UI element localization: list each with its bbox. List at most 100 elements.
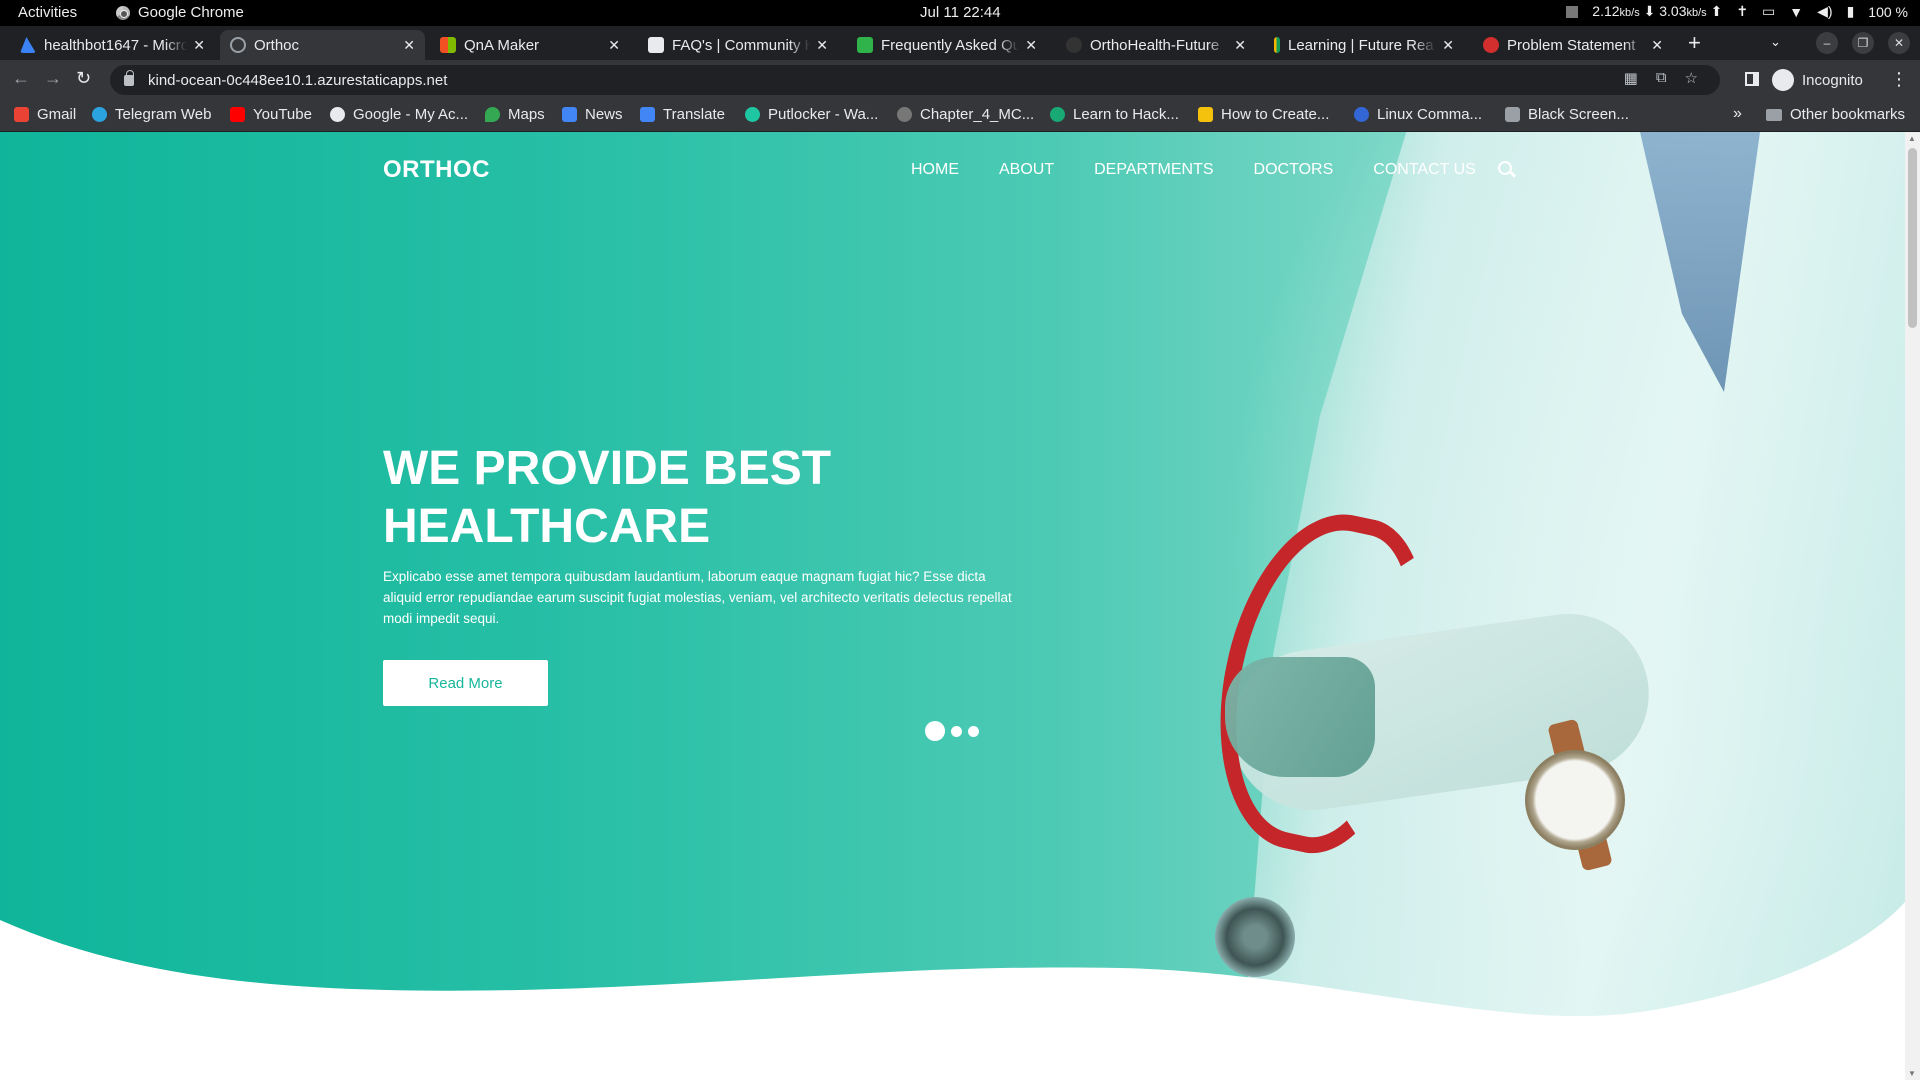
news-icon bbox=[562, 107, 577, 122]
activities-button[interactable]: Activities bbox=[18, 4, 77, 21]
page-scrollbar[interactable]: ▲ ▼ bbox=[1905, 132, 1920, 1080]
nav-home[interactable]: HOME bbox=[911, 161, 959, 179]
omnibox-actions: ▦ ⧉ ☆ bbox=[1624, 69, 1698, 87]
bookmarks-bar: Gmail Telegram Web YouTube Google - My A… bbox=[0, 100, 1920, 132]
system-tray[interactable]: 2.12kb/s ⬇ 3.03kb/s ⬆ ✝ ▭ ▼ ◀) ▮ 100 % bbox=[1566, 3, 1908, 20]
tab-qna-maker[interactable]: QnA Maker ✕ bbox=[430, 30, 630, 60]
os-top-bar: Activities Google Chrome Jul 11 22:44 2.… bbox=[0, 0, 1920, 26]
new-tab-plus-icon[interactable]: + bbox=[1688, 30, 1701, 56]
bookmark-star-icon[interactable]: ☆ bbox=[1685, 69, 1698, 87]
profile-button[interactable]: Incognito bbox=[1772, 65, 1863, 95]
scroll-up-arrow-icon[interactable]: ▲ bbox=[1908, 134, 1916, 143]
scroll-down-arrow-icon[interactable]: ▼ bbox=[1908, 1069, 1916, 1078]
tab-orthoc[interactable]: Orthoc ✕ bbox=[220, 30, 425, 60]
tab-orthohealth[interactable]: OrthoHealth-Future ✕ bbox=[1056, 30, 1256, 60]
close-tab-icon[interactable]: ✕ bbox=[816, 37, 828, 54]
close-tab-icon[interactable]: ✕ bbox=[1651, 37, 1663, 54]
bookmark-maps[interactable]: Maps bbox=[485, 106, 545, 123]
scrollbar-thumb[interactable] bbox=[1908, 148, 1917, 328]
workspace-icon bbox=[1566, 5, 1579, 18]
close-tab-icon[interactable]: ✕ bbox=[193, 37, 205, 54]
tab-title: Problem Statement bbox=[1507, 36, 1636, 54]
bookmark-label: How to Create... bbox=[1221, 106, 1330, 123]
nav-contact-us[interactable]: CONTACT US bbox=[1373, 161, 1476, 179]
clock[interactable]: Jul 11 22:44 bbox=[920, 4, 1001, 21]
net-up-unit: kb/s bbox=[1686, 7, 1707, 19]
linux-icon bbox=[1354, 107, 1369, 122]
tab-healthbot[interactable]: healthbot1647 - Micros ✕ bbox=[10, 30, 215, 60]
nav-departments[interactable]: DEPARTMENTS bbox=[1094, 161, 1213, 179]
volume-icon[interactable]: ◀) bbox=[1817, 3, 1832, 20]
window-controls: – ❐ ✕ bbox=[1816, 32, 1910, 54]
screen-cast-icon[interactable]: ▭ bbox=[1762, 3, 1775, 20]
nav-doctors[interactable]: DOCTORS bbox=[1254, 161, 1334, 179]
close-window-icon[interactable]: ✕ bbox=[1888, 32, 1910, 54]
read-more-button[interactable]: Read More bbox=[383, 660, 548, 706]
carousel-dot-3[interactable] bbox=[968, 725, 979, 737]
bookmark-label: Maps bbox=[508, 106, 545, 123]
lock-icon[interactable] bbox=[124, 69, 134, 86]
nav-about[interactable]: ABOUT bbox=[999, 161, 1054, 179]
app-menu[interactable]: Google Chrome bbox=[116, 4, 244, 21]
tab-frequently-asked[interactable]: Frequently Asked Qu ✕ bbox=[847, 30, 1047, 60]
bookmark-chapter-4[interactable]: Chapter_4_MC... bbox=[897, 106, 1034, 123]
close-tab-icon[interactable]: ✕ bbox=[403, 37, 415, 54]
stethoscope-icon bbox=[230, 37, 246, 53]
menu-kebab-icon[interactable]: ⋮ bbox=[1890, 69, 1908, 90]
bookmark-telegram[interactable]: Telegram Web bbox=[92, 106, 211, 123]
tab-strip: healthbot1647 - Micros ✕ Orthoc ✕ QnA Ma… bbox=[0, 26, 1920, 60]
carousel-indicators bbox=[925, 721, 979, 741]
back-arrow-icon[interactable]: ← bbox=[12, 68, 30, 89]
close-tab-icon[interactable]: ✕ bbox=[1442, 37, 1454, 54]
carousel-dot-2[interactable] bbox=[951, 725, 962, 737]
tab-title: Frequently Asked Qu bbox=[881, 36, 1020, 54]
minimize-icon[interactable]: – bbox=[1816, 32, 1838, 54]
accessibility-icon[interactable]: ✝ bbox=[1736, 3, 1748, 20]
tab-faq-community[interactable]: FAQ's | Community H ✕ bbox=[638, 30, 838, 60]
translate-icon[interactable]: ⧉ bbox=[1656, 69, 1667, 87]
bookmark-google-account[interactable]: Google - My Ac... bbox=[330, 106, 468, 123]
tools-icon bbox=[1505, 107, 1520, 122]
address-bar[interactable]: kind-ocean-0c448ee10.1.azurestaticapps.n… bbox=[110, 65, 1720, 95]
tab-title: healthbot1647 - Micros bbox=[44, 36, 188, 54]
bookmark-black-screen[interactable]: Black Screen... bbox=[1505, 106, 1629, 123]
other-bookmarks[interactable]: Other bookmarks bbox=[1766, 106, 1905, 123]
bookmark-linux-commands[interactable]: Linux Comma... bbox=[1354, 106, 1482, 123]
battery-icon[interactable]: ▮ bbox=[1847, 3, 1855, 20]
wifi-icon[interactable]: ▼ bbox=[1789, 4, 1803, 20]
bookmark-gmail[interactable]: Gmail bbox=[14, 106, 76, 123]
url-text[interactable]: kind-ocean-0c448ee10.1.azurestaticapps.n… bbox=[148, 72, 447, 89]
youtube-icon bbox=[230, 107, 245, 122]
tab-title: Learning | Future Rea bbox=[1288, 36, 1434, 54]
bookmark-label: Putlocker - Wa... bbox=[768, 106, 879, 123]
bookmark-label: Linux Comma... bbox=[1377, 106, 1483, 123]
bookmark-putlocker[interactable]: Putlocker - Wa... bbox=[745, 106, 878, 123]
close-tab-icon[interactable]: ✕ bbox=[1234, 37, 1246, 54]
tab-learning[interactable]: Learning | Future Rea ✕ bbox=[1264, 30, 1464, 60]
close-tab-icon[interactable]: ✕ bbox=[1025, 37, 1037, 54]
bookmark-how-to-create[interactable]: How to Create... bbox=[1198, 106, 1329, 123]
bookmark-translate[interactable]: Translate bbox=[640, 106, 725, 123]
more-bookmarks-chevron-icon[interactable]: » bbox=[1733, 105, 1742, 123]
close-tab-icon[interactable]: ✕ bbox=[608, 37, 620, 54]
map-marker-icon bbox=[857, 37, 873, 53]
network-speed: 2.12kb/s ⬇ 3.03kb/s ⬆ bbox=[1592, 3, 1722, 20]
forward-arrow-icon[interactable]: → bbox=[44, 68, 62, 89]
site-logo[interactable]: ORTHOC bbox=[383, 156, 490, 184]
bookmark-learn-to-hack[interactable]: Learn to Hack... bbox=[1050, 106, 1179, 123]
tab-problem-statement[interactable]: Problem Statement ✕ bbox=[1473, 30, 1673, 60]
bookmark-youtube[interactable]: YouTube bbox=[230, 106, 312, 123]
bookmark-label: Google - My Ac... bbox=[353, 106, 469, 123]
bookmark-label: News bbox=[585, 106, 623, 123]
tab-search-chevron-icon[interactable]: ⌄ bbox=[1770, 34, 1781, 50]
bookmark-news[interactable]: News bbox=[562, 106, 623, 123]
reload-icon[interactable]: ↻ bbox=[76, 68, 91, 89]
carousel-dot-1[interactable] bbox=[925, 721, 945, 741]
hero-title: WE PROVIDE BEST HEALTHCARE bbox=[383, 440, 1083, 556]
search-icon[interactable] bbox=[1498, 161, 1512, 175]
restore-icon[interactable]: ❐ bbox=[1852, 32, 1874, 54]
qr-code-icon[interactable]: ▦ bbox=[1624, 69, 1638, 87]
side-panel-icon[interactable] bbox=[1745, 72, 1759, 86]
bookmark-label: YouTube bbox=[253, 106, 312, 123]
bookmark-label: Learn to Hack... bbox=[1073, 106, 1179, 123]
